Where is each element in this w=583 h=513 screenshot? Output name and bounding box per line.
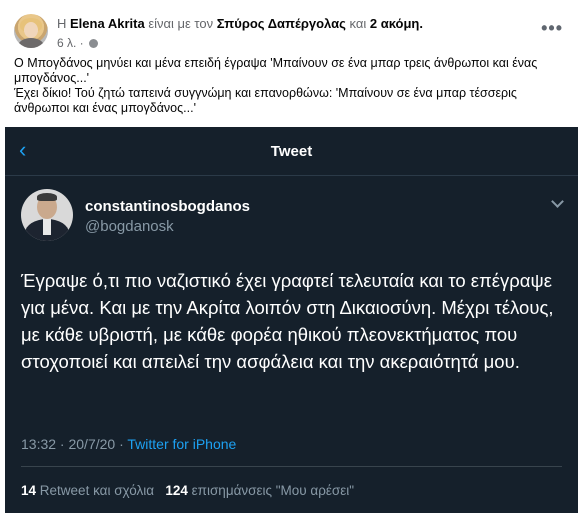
chevron-down-icon[interactable] xyxy=(551,195,564,208)
tagged-others[interactable]: 2 ακόμη. xyxy=(370,16,423,31)
tweet-text: Έγραψε ό,τι πιο ναζιστικό έχει γραφτεί τ… xyxy=(21,270,554,372)
tweet-stats: 14 Retweet και σχόλια 124 επισημάνσεις "… xyxy=(21,483,354,498)
tweet-meta: 13:32 · 20/7/20 · Twitter for iPhone xyxy=(21,436,236,452)
facebook-post: Η Elena Akrita είναι με τον Σπύρος Δαπέρ… xyxy=(0,0,583,127)
tweet-display-name[interactable]: constantinosbogdanos xyxy=(85,198,250,215)
tweet-timestamp: 13:32 · 20/7/20 · xyxy=(21,436,124,452)
tweet-header-title: Tweet xyxy=(270,143,313,160)
post-paragraph-2: Έχει δίκιο! Τού ζητώ ταπεινά συγγνώμη κα… xyxy=(14,86,517,115)
more-dots-icon[interactable]: ••• xyxy=(541,18,563,39)
tweet-header-bar: ‹ Tweet xyxy=(5,127,578,176)
tagged-user[interactable]: Σπύρος Δαπέργολας xyxy=(217,16,346,31)
retweet-count[interactable]: 14 xyxy=(21,483,36,498)
author-name[interactable]: Elena Akrita xyxy=(70,16,145,31)
post-paragraph-1: Ο Μπογδάνος μηνύει και μένα επειδή έγραψ… xyxy=(14,56,538,85)
post-time[interactable]: 6 λ. · xyxy=(57,36,84,50)
post-meta: 6 λ. · xyxy=(57,36,99,50)
likes-label[interactable]: επισημάνσεις "Μου αρέσει" xyxy=(192,483,354,498)
author-avatar[interactable] xyxy=(14,14,48,48)
post-header: Η Elena Akrita είναι με τον Σπύρος Δαπέρ… xyxy=(57,16,423,31)
header-prefix: Η xyxy=(57,16,67,31)
post-text: Ο Μπογδάνος μηνύει και μένα επειδή έγραψ… xyxy=(14,56,574,116)
tweet-handle[interactable]: @bogdanosk xyxy=(85,218,174,235)
tweet-screenshot: ‹ Tweet constantinosbogdanos @bogdanosk … xyxy=(5,127,578,513)
retweet-label[interactable]: Retweet και σχόλια xyxy=(40,483,154,498)
globe-icon xyxy=(89,39,99,48)
divider xyxy=(21,466,562,467)
and-text: και xyxy=(349,16,367,31)
likes-count[interactable]: 124 xyxy=(165,483,188,498)
tweet-author-avatar[interactable] xyxy=(21,189,73,241)
tweet-source-link[interactable]: Twitter for iPhone xyxy=(127,436,236,452)
with-text: είναι με τον xyxy=(148,16,214,31)
